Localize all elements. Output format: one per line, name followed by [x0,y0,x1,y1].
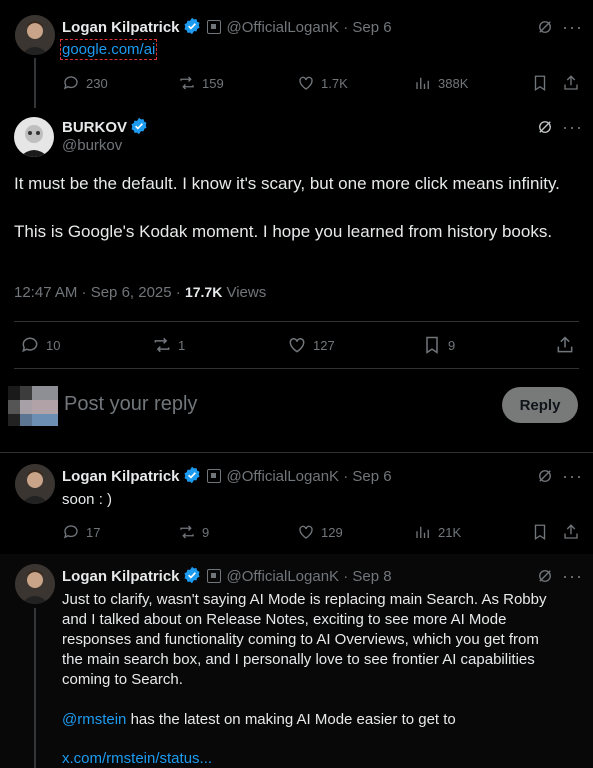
reply-icon [63,525,78,539]
tweet-text: Just to clarify, wasn't saying AI Mode i… [62,591,547,688]
mention-link[interactable]: @rmstein [62,711,126,728]
display-name[interactable]: Logan Kilpatrick [62,468,180,485]
thread-line [34,58,36,108]
avatar[interactable] [15,564,55,604]
post-date[interactable]: Sep 6 [352,19,391,36]
avatar[interactable] [8,386,58,426]
repost-action[interactable]: 159 [178,74,224,92]
affiliate-icon [206,469,221,483]
handle[interactable]: @OfficialLoganK [227,19,340,36]
heart-icon [289,337,305,353]
repost-icon [180,525,194,539]
more-icon[interactable]: ··· [562,118,583,136]
repost-icon [180,76,194,90]
verified-icon [131,117,147,135]
thread-line [34,608,36,768]
affiliate-icon [206,20,221,34]
grok-icon[interactable] [536,467,554,490]
affiliate-icon [206,569,221,583]
divider [14,321,579,322]
post-date[interactable]: Sep 6 [352,468,391,485]
like-action[interactable]: 129 [297,523,343,541]
reply-icon [63,76,78,90]
handle[interactable]: @OfficialLoganK [227,568,340,585]
verified-icon [184,466,200,484]
like-action[interactable]: 127 [287,335,335,355]
bookmark-action[interactable]: 9 [422,335,455,355]
handle[interactable]: @burkov [62,137,122,154]
bookmark-icon[interactable] [531,523,549,546]
display-name[interactable]: Logan Kilpatrick [62,568,180,585]
share-icon[interactable] [555,335,575,360]
tweet-header: Logan Kilpatrick @OfficialLoganK · Sep 8 [62,566,392,585]
post-date[interactable]: Sep 8 [352,568,391,585]
views-icon [416,77,429,89]
tweet-text-mention-line: @rmstein has the latest on making AI Mod… [62,711,456,728]
tweet-text-line: It must be the default. I know it's scar… [14,174,560,193]
handle[interactable]: @OfficialLoganK [227,468,340,485]
views-action[interactable]: 388K [414,74,468,92]
divider [14,368,579,369]
tweet-link[interactable]: google.com/ai [59,39,158,60]
tweet-text-line: This is Google's Kodak moment. I hope yo… [14,222,553,241]
views-count: 17.7K [184,284,223,300]
avatar[interactable] [15,464,55,504]
more-icon[interactable]: ··· [562,467,583,485]
reply-action[interactable]: 17 [62,523,100,541]
tweet-meta: 12:47 AM · Sep 6, 2025 · 17.7K Views [14,284,267,301]
share-icon[interactable] [562,74,580,97]
reply-icon [22,337,38,353]
timestamp[interactable]: 12:47 AM · Sep 6, 2025 · [14,284,185,301]
reply-action[interactable]: 230 [62,74,108,92]
like-action[interactable]: 1.7K [297,74,348,92]
tweet-text: soon : ) [62,491,113,508]
tweet-logan-clarify[interactable]: Logan Kilpatrick @OfficialLoganK · Sep 8 … [0,554,593,768]
tweet-header: Logan Kilpatrick @OfficialLoganK · Sep 6 [62,466,392,485]
reply-action[interactable]: 10 [20,335,60,355]
verified-icon [184,17,200,35]
display-name[interactable]: Logan Kilpatrick [62,19,180,36]
tweet-body: It must be the default. I know it's scar… [14,172,574,244]
avatar[interactable] [15,15,55,55]
display-name[interactable]: BURKOV [62,119,127,136]
reply-button[interactable]: Reply [502,387,578,423]
more-icon[interactable]: ··· [562,18,583,36]
tweet-header: BURKOV [62,117,148,137]
repost-action[interactable]: 1 [152,335,185,355]
heart-icon [299,76,313,90]
repost-action[interactable]: 9 [178,523,209,541]
heart-icon [299,525,313,539]
share-icon[interactable] [562,523,580,546]
grok-icon[interactable] [536,118,554,141]
repost-icon [154,337,170,353]
divider [0,452,593,453]
more-icon[interactable]: ··· [562,567,583,585]
tweet-header: Logan Kilpatrick @OfficialLoganK · Sep 6 [62,17,392,36]
avatar[interactable] [14,117,54,157]
bookmark-icon [426,336,438,354]
views-icon [416,526,429,538]
bookmark-icon[interactable] [531,74,549,97]
grok-icon[interactable] [536,567,554,590]
tweet-link[interactable]: x.com/rmstein/status... [62,750,212,767]
views-action[interactable]: 21K [414,523,461,541]
verified-icon [184,566,200,584]
reply-input[interactable]: Post your reply [64,393,197,416]
grok-icon[interactable] [536,18,554,41]
